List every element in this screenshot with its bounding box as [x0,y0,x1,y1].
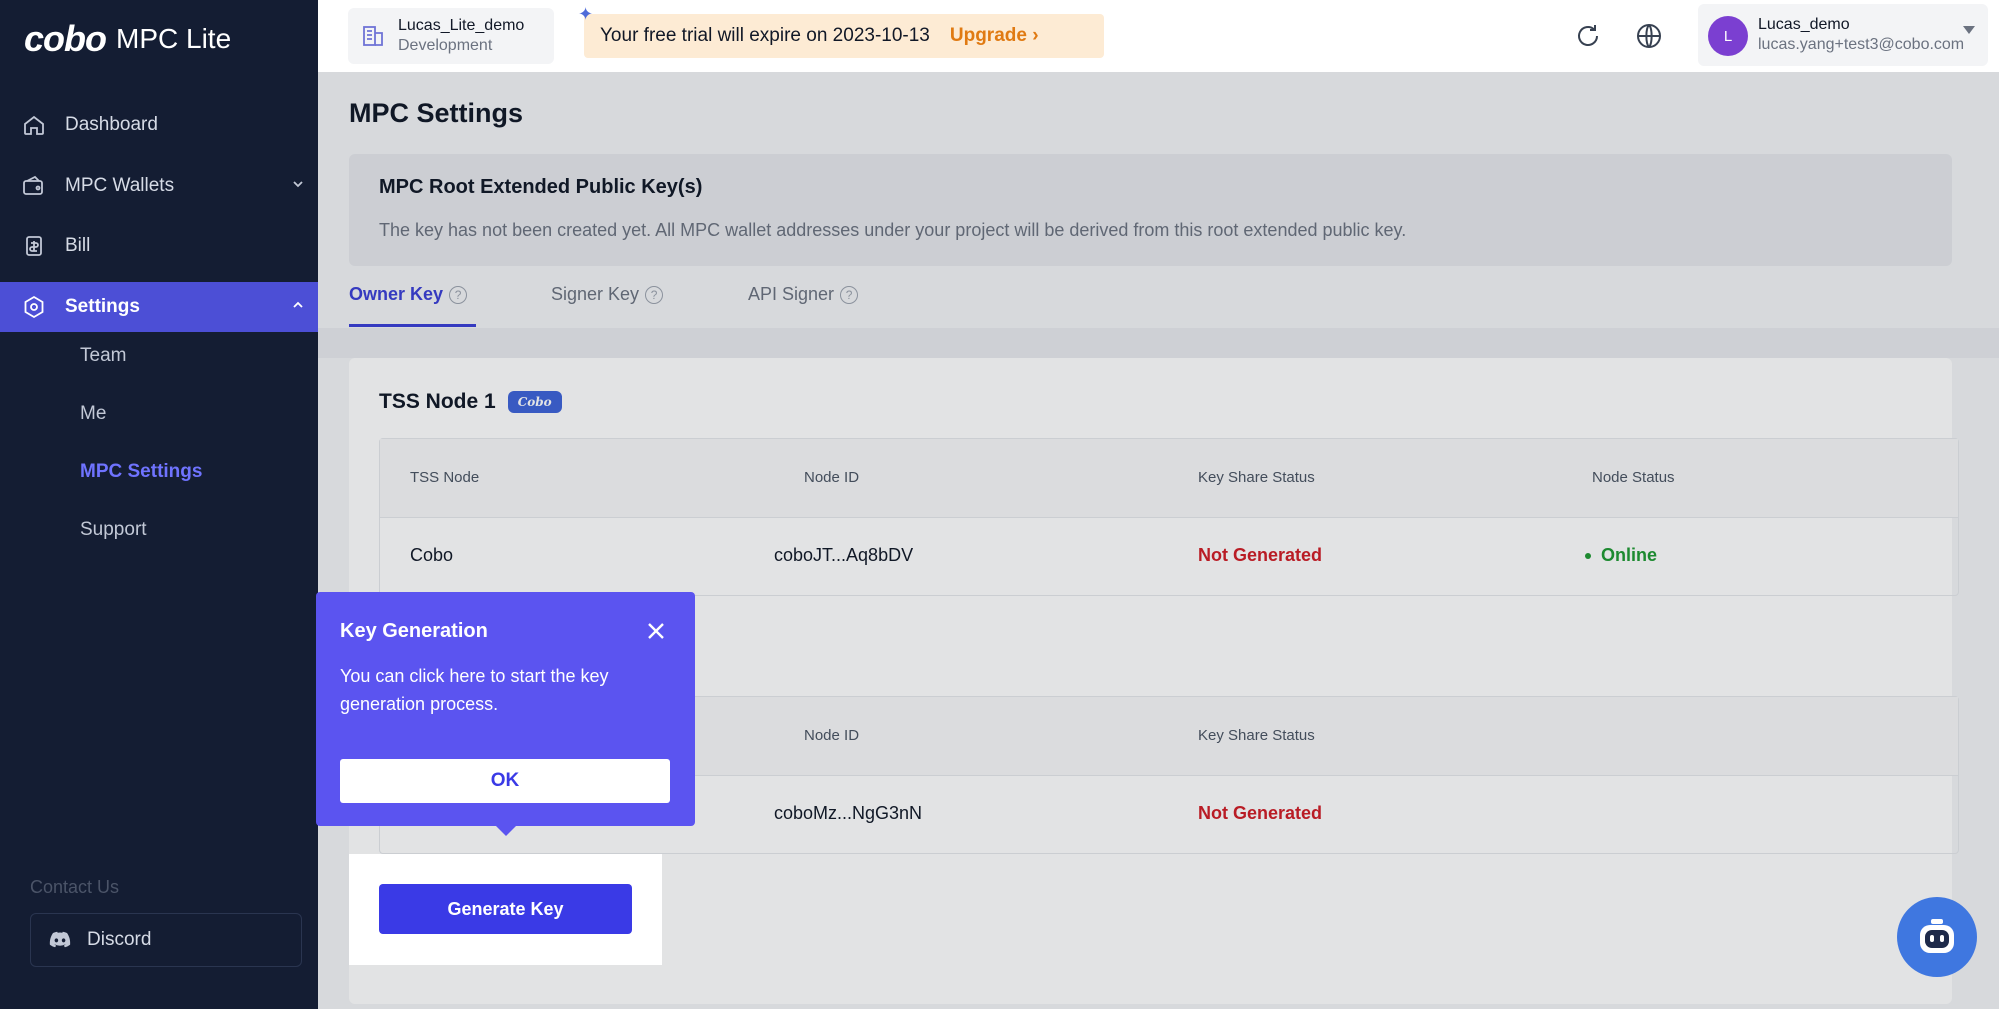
chevron-up-icon [290,297,306,319]
bill-icon [20,232,48,260]
key-generation-popover: Key Generation You can click here to sta… [316,592,695,836]
upgrade-label: Upgrade [949,25,1027,46]
ok-button[interactable]: OK [340,759,670,803]
popover-body: You can click here to start the key gene… [340,666,609,714]
sidebar-item-label: Settings [65,296,140,317]
popover-title: Key Generation [340,620,488,642]
home-icon [20,111,48,139]
generate-key-button[interactable]: Generate Key [379,884,632,934]
chatbot-icon[interactable] [1897,897,1977,977]
top-bar: Lucas_Lite_demo Development ✦ Your free … [318,0,1999,72]
caret-down-icon [1962,22,1976,40]
chevron-down-icon [290,176,306,198]
user-email: lucas.yang+test3@cobo.com [1758,36,1965,53]
trial-text: Your free trial will expire on 2023-10-1… [600,25,930,46]
globe-icon[interactable] [1633,20,1665,52]
project-name: Lucas_Lite_demo [398,17,525,34]
user-menu[interactable]: L Lucas_demo lucas.yang+test3@cobo.com [1698,4,1988,66]
close-icon[interactable] [645,620,667,642]
upgrade-link[interactable]: Upgrade › [950,25,1039,47]
sidebar-item-mpc-wallets[interactable]: MPC Wallets [0,161,318,211]
logo[interactable]: cobo MPC Lite [24,18,231,60]
building-icon [360,23,386,49]
sidebar-item-bill[interactable]: Bill [0,221,318,271]
brand-mark: cobo [24,18,107,59]
settings-icon [20,293,48,321]
sidebar: cobo MPC Lite Dashboard MPC Wallets Bill… [0,0,318,1009]
discord-button[interactable]: Discord [30,913,302,967]
discord-icon [49,931,71,949]
wallet-icon [20,172,48,200]
sparkle-icon: ✦ [578,4,594,24]
brand-product: MPC Lite [116,23,232,54]
sidebar-item-label: Bill [65,235,91,256]
refresh-icon[interactable] [1572,20,1604,52]
contact-us-label: Contact Us [30,877,120,897]
sidebar-item-label: Dashboard [65,114,158,135]
project-env: Development [398,37,493,54]
sidebar-subitem-mpc-settings[interactable]: MPC Settings [80,461,202,483]
sidebar-subitem-support[interactable]: Support [80,519,147,541]
sidebar-subitem-team[interactable]: Team [80,345,126,367]
avatar: L [1708,16,1748,56]
trial-banner: ✦ Your free trial will expire on 2023-10… [578,4,1104,58]
sidebar-item-dashboard[interactable]: Dashboard [0,100,318,150]
sidebar-subitem-me[interactable]: Me [80,403,106,425]
project-switcher[interactable]: Lucas_Lite_demo Development [348,8,554,64]
sidebar-item-settings[interactable]: Settings [0,282,318,332]
sidebar-item-label: MPC Wallets [65,175,175,196]
user-name: Lucas_demo [1758,16,1850,33]
discord-label: Discord [87,929,152,950]
